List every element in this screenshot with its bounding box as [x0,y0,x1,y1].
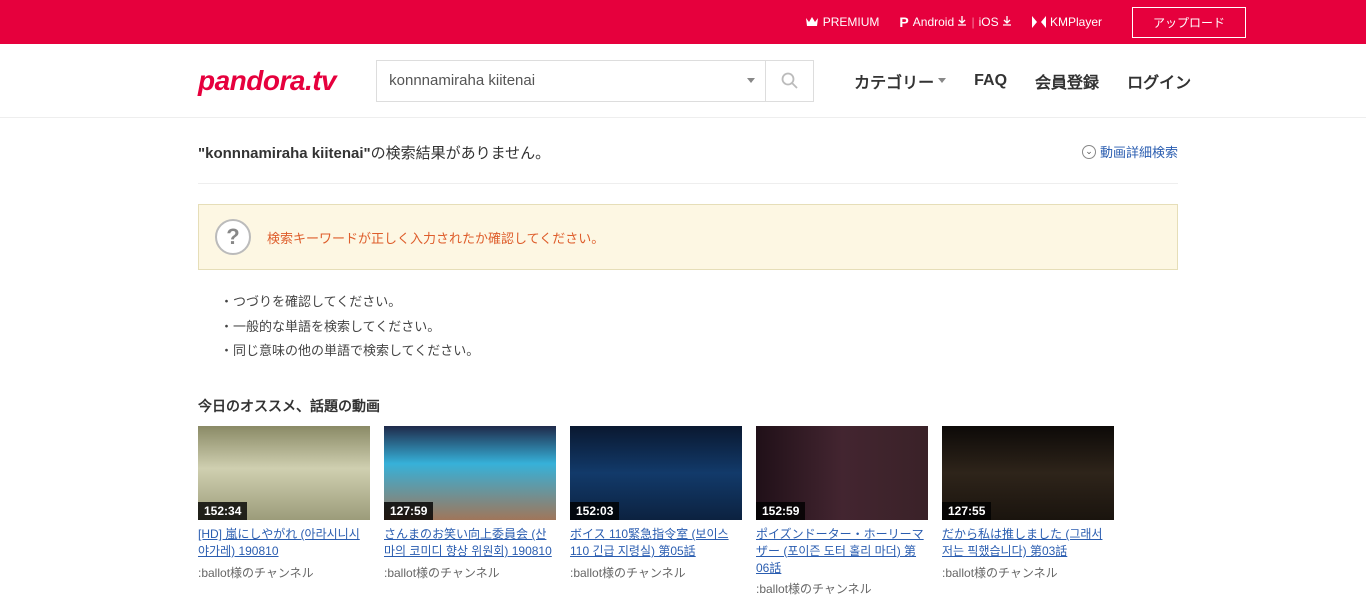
kmplayer-link[interactable]: KMPlayer [1032,15,1102,29]
chevron-down-icon [747,78,755,83]
register-link[interactable]: 会員登録 [1035,69,1099,93]
video-channel: :ballot様のチャンネル [756,580,928,597]
video-duration: 127:55 [942,502,991,520]
header: pandora.tv カテゴリー FAQ 会員登録 ログイン [0,44,1366,118]
tip-line: ・一般的な単語を検索してください。 [220,315,1178,340]
ios-link[interactable]: iOS [979,15,1012,29]
search-tips: ・つづりを確認してください。 ・一般的な単語を検索してください。 ・同じ意味の他… [220,290,1178,364]
download-icon [957,16,967,26]
video-thumbnail[interactable]: 152:59 [756,426,928,520]
chevron-down-icon [938,78,946,83]
question-icon: ? [215,219,251,255]
video-duration: 127:59 [384,502,433,520]
kmplayer-icon [1032,16,1046,28]
video-card: 152:34 [HD] 嵐にしやがれ (아라시니시야가레) 190810 :ba… [198,426,370,597]
video-thumbnail[interactable]: 127:55 [942,426,1114,520]
logo[interactable]: pandora.tv [198,65,336,97]
login-link[interactable]: ログイン [1127,69,1191,93]
video-channel: :ballot様のチャンネル [570,564,742,581]
separator: | [971,15,974,29]
p-logo-icon: P [899,14,908,30]
search-button[interactable] [766,60,814,102]
video-channel: :ballot様のチャンネル [942,564,1114,581]
search-input[interactable] [377,72,737,89]
ios-label: iOS [979,15,999,29]
advanced-search-link[interactable]: ⌄ 動画詳細検索 [1082,142,1178,161]
kmplayer-label: KMPlayer [1050,15,1102,29]
warning-text: 検索キーワードが正しく入力されたか確認してください。 [267,228,604,247]
video-card: 127:59 さんまのお笑い向上委員会 (산마의 코미디 향상 위원회) 190… [384,426,556,597]
chevron-down-circle-icon: ⌄ [1082,145,1096,159]
search-dropdown-toggle[interactable] [737,61,765,101]
faq-link[interactable]: FAQ [974,72,1007,90]
video-title-link[interactable]: ボイス 110緊急指令室 (보이스 110 긴급 지령실) 第05話 [570,526,742,560]
main-content: "konnnamiraha kiitenai"の検索結果がありません。 ⌄ 動画… [198,118,1178,597]
video-thumbnail[interactable]: 127:59 [384,426,556,520]
app-download-group: P Android | iOS [899,14,1012,30]
video-duration: 152:34 [198,502,247,520]
search-query-echo: "konnnamiraha kiitenai" [198,145,371,162]
video-card: 127:55 だから私は推しました (그래서 저는 픽했습니다) 第03話 :b… [942,426,1114,597]
search-box [376,60,766,102]
warning-box: ? 検索キーワードが正しく入力されたか確認してください。 [198,204,1178,270]
download-icon [1002,16,1012,26]
tip-line: ・同じ意味の他の単語で検索してください。 [220,339,1178,364]
result-heading-row: "konnnamiraha kiitenai"の検索結果がありません。 ⌄ 動画… [198,142,1178,163]
video-duration: 152:03 [570,502,619,520]
android-link[interactable]: Android [913,15,968,29]
video-thumbnail[interactable]: 152:03 [570,426,742,520]
no-results-text: "konnnamiraha kiitenai"の検索結果がありません。 [198,142,550,163]
video-thumbnail[interactable]: 152:34 [198,426,370,520]
advanced-search-label: 動画詳細検索 [1100,142,1178,161]
no-results-suffix: の検索結果がありません。 [371,145,551,162]
video-card: 152:03 ボイス 110緊急指令室 (보이스 110 긴급 지령실) 第05… [570,426,742,597]
video-title-link[interactable]: さんまのお笑い向上委員会 (산마의 코미디 향상 위원회) 190810 [384,526,556,560]
video-channel: :ballot様のチャンネル [384,564,556,581]
category-label: カテゴリー [854,69,934,93]
video-grid: 152:34 [HD] 嵐にしやがれ (아라시니시야가레) 190810 :ba… [198,426,1178,597]
upload-button[interactable]: アップロード [1132,7,1246,38]
recommended-heading: 今日のオススメ、話題の動画 [198,396,1178,416]
search-icon [781,72,799,90]
premium-label: PREMIUM [823,15,880,29]
video-card: 152:59 ポイズンドーター・ホーリーマザー (포이즌 도터 홀리 마더) 第… [756,426,928,597]
crown-icon [805,16,819,28]
top-bar: PREMIUM P Android | iOS KMPlayer アップロード [0,0,1366,44]
android-label: Android [913,15,954,29]
header-nav: カテゴリー FAQ 会員登録 ログイン [854,69,1191,93]
premium-link[interactable]: PREMIUM [805,15,880,29]
divider [198,183,1178,184]
category-menu[interactable]: カテゴリー [854,69,946,93]
video-title-link[interactable]: [HD] 嵐にしやがれ (아라시니시야가레) 190810 [198,526,370,560]
video-title-link[interactable]: ポイズンドーター・ホーリーマザー (포이즌 도터 홀리 마더) 第06話 [756,526,928,576]
tip-line: ・つづりを確認してください。 [220,290,1178,315]
video-channel: :ballot様のチャンネル [198,564,370,581]
video-title-link[interactable]: だから私は推しました (그래서 저는 픽했습니다) 第03話 [942,526,1114,560]
video-duration: 152:59 [756,502,805,520]
